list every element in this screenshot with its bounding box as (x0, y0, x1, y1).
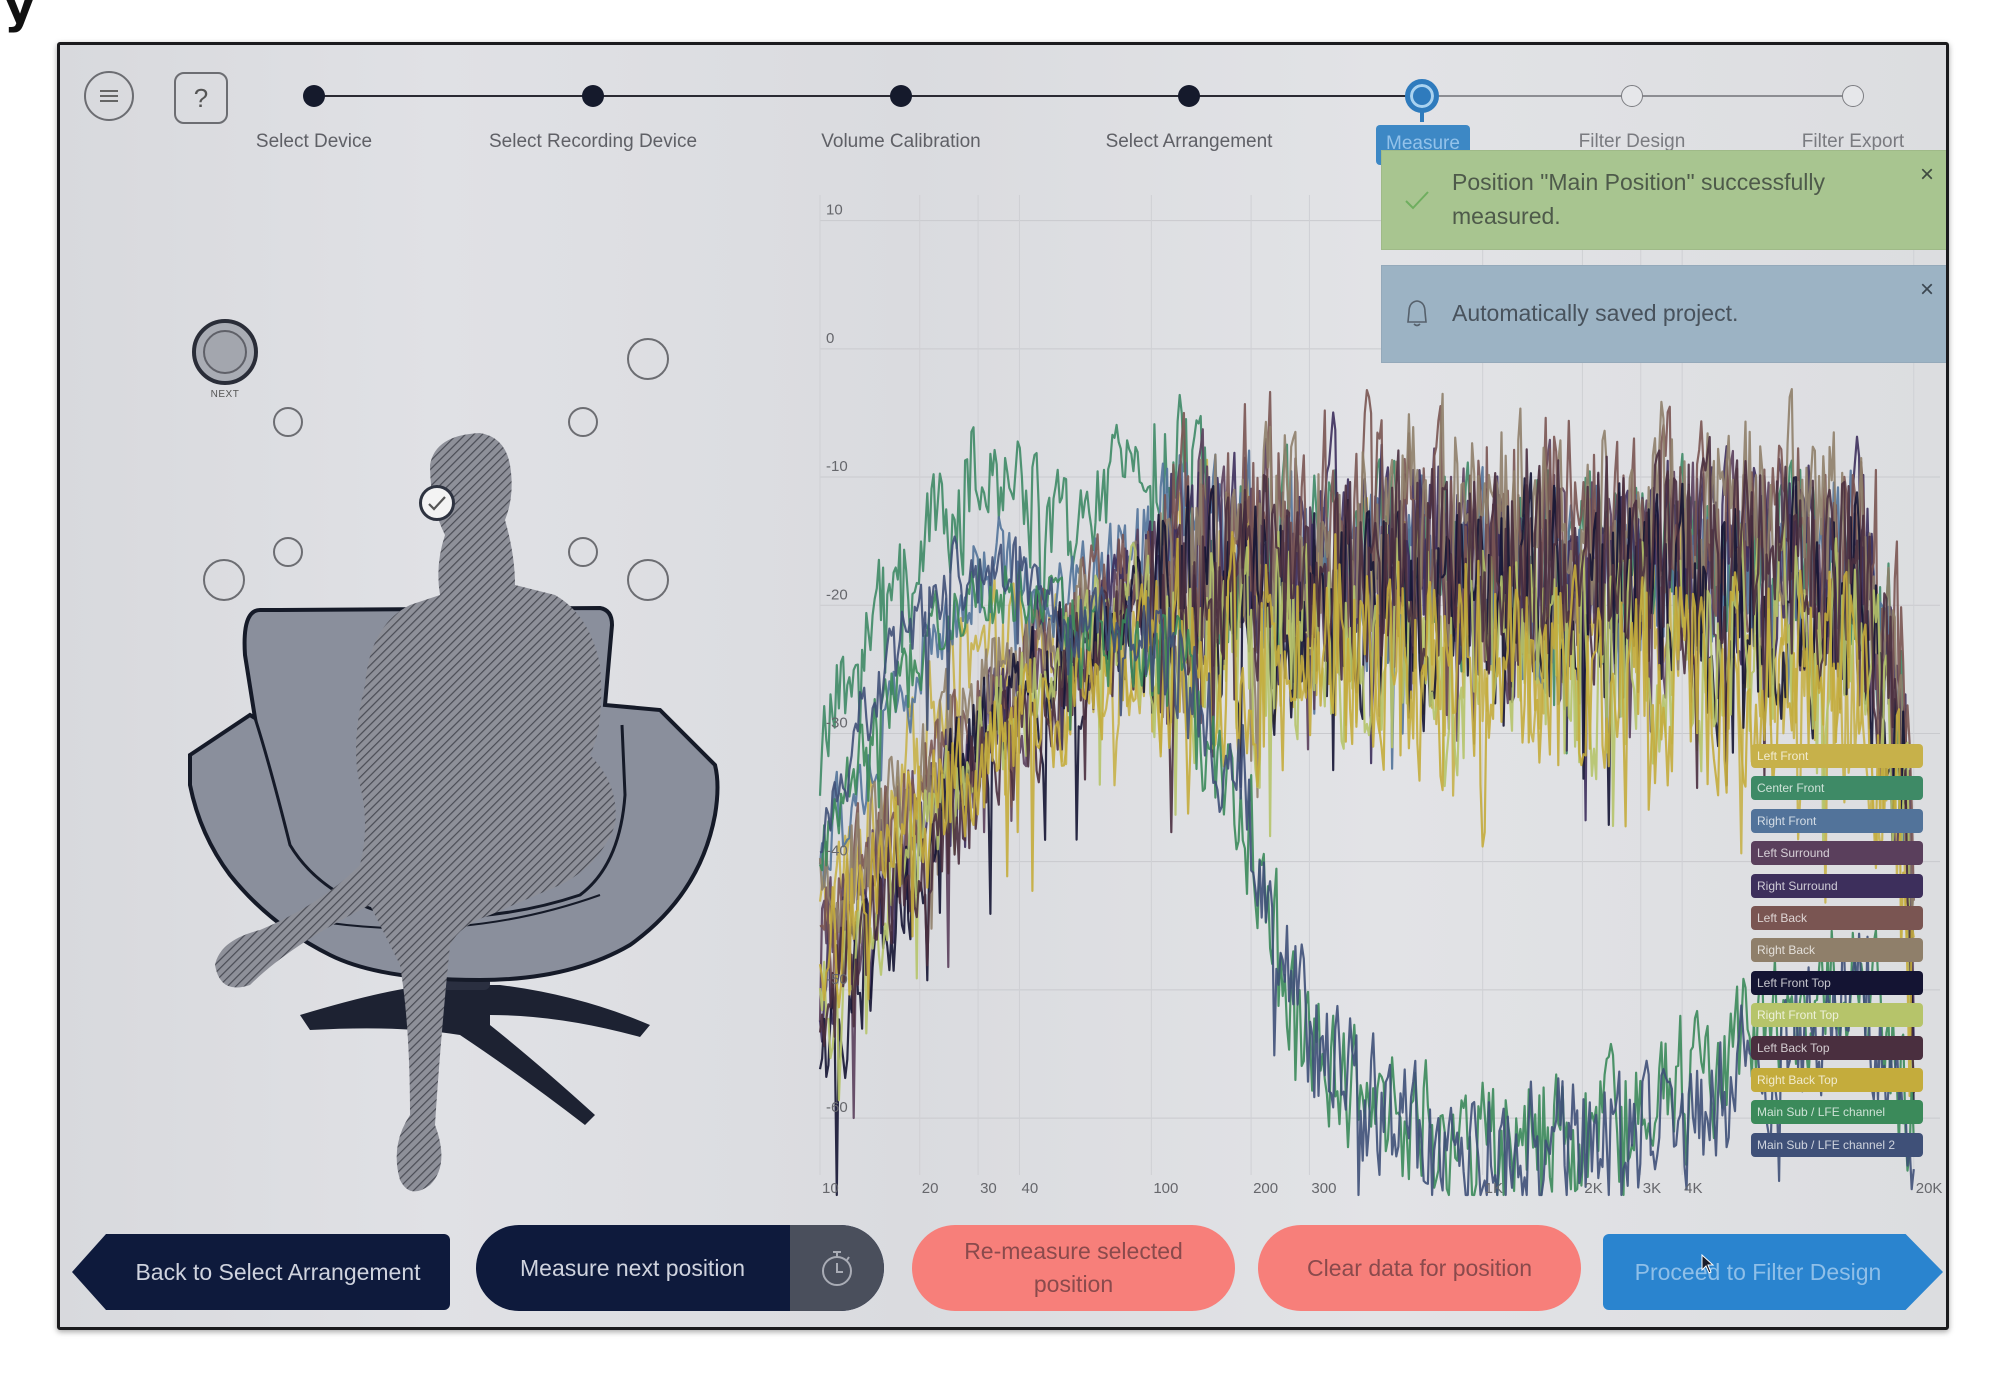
x-tick-label: 2K (1584, 1180, 1602, 1197)
re-measure-selected-position-button[interactable]: Re-measure selected position (912, 1225, 1235, 1311)
back-to-select-arrangement-button[interactable]: Back to Select Arrangement (72, 1234, 450, 1310)
x-tick-label: 30 (980, 1180, 997, 1197)
position-circle-main-position[interactable] (419, 485, 455, 521)
legend-item-right-back[interactable]: Right Back (1751, 938, 1923, 963)
legend-item-left-front-top[interactable]: Left Front Top (1751, 970, 1923, 995)
y-axis-labels: 10 0 -10 -20 -30 -40 -50 -60 (826, 202, 848, 1116)
position-circle-left-large-lower[interactable] (203, 559, 245, 601)
legend-item-right-back-top[interactable]: Right Back Top (1751, 1068, 1923, 1092)
y-tick-label: -20 (826, 586, 848, 603)
mouse-cursor-icon (1701, 1254, 1715, 1274)
y-tick-label: -30 (826, 714, 848, 731)
app-window: ? Select Device Select Recording Device … (57, 42, 1949, 1330)
legend-item-right-front[interactable]: Right Front (1751, 808, 1923, 833)
x-axis-labels: 10 20 30 40 100 200 300 1K 2K 3K 4K 20K (822, 1180, 1942, 1197)
position-circle-left-small-lower[interactable] (273, 537, 303, 567)
close-icon[interactable]: × (1920, 276, 1934, 304)
measure-next-position-button[interactable]: Measure next position (476, 1225, 884, 1311)
x-tick-label: 20K (1916, 1180, 1943, 1197)
step-node-filter-design[interactable] (1621, 85, 1643, 107)
y-tick-label: 10 (826, 202, 843, 219)
x-tick-label: 300 (1311, 1180, 1336, 1197)
step-label-select-device[interactable]: Select Device (256, 131, 372, 153)
stopwatch-icon (822, 1251, 852, 1286)
position-circle-right-small-lower[interactable] (568, 537, 598, 567)
chair-base (300, 970, 650, 1125)
step-node-volume-calibration[interactable] (890, 85, 912, 107)
x-tick-label: 10 (822, 1180, 839, 1197)
cropped-heading-glyph: y (4, 0, 36, 34)
legend-item-left-surround[interactable]: Left Surround (1751, 841, 1923, 866)
step-node-select-arrangement[interactable] (1178, 85, 1200, 107)
step-node-filter-export[interactable] (1842, 85, 1864, 107)
step-node-measure[interactable] (1405, 79, 1439, 122)
close-icon[interactable]: × (1920, 161, 1934, 189)
position-circle-next-inner (203, 330, 247, 374)
next-label: NEXT (210, 389, 240, 400)
toast-success: Position "Main Position" successfully me… (1381, 150, 1946, 250)
legend-item-main-sub-lfe-channel[interactable]: Main Sub / LFE channel (1751, 1100, 1923, 1125)
y-tick-label: 0 (826, 330, 834, 347)
legend-item-center-front[interactable]: Center Front (1751, 776, 1923, 801)
legend-item-left-back[interactable]: Left Back (1751, 906, 1923, 930)
menu-button[interactable] (84, 71, 134, 121)
step-node-select-device[interactable] (303, 85, 325, 107)
toast-success-message: Position "Main Position" successfully me… (1452, 169, 1825, 229)
position-circle-right-small-upper[interactable] (568, 407, 598, 437)
measure-timer-toggle[interactable] (790, 1225, 884, 1311)
toast-info: Automatically saved project. × (1381, 265, 1946, 363)
proceed-to-filter-design-button[interactable]: Proceed to Filter Design (1603, 1234, 1943, 1310)
toast-info-message: Automatically saved project. (1452, 300, 1739, 326)
measure-next-label: Measure next position (520, 1254, 746, 1281)
legend-item-right-surround[interactable]: Right Surround (1751, 873, 1923, 898)
help-button[interactable]: ? (174, 72, 228, 124)
x-tick-label: 3K (1643, 1180, 1661, 1197)
back-button-label: Back to Select Arrangement (135, 1258, 421, 1285)
hamburger-menu-icon (100, 90, 118, 102)
legend-item-left-back-top[interactable]: Left Back Top (1751, 1035, 1923, 1060)
clear-data-label: Clear data for position (1306, 1254, 1532, 1281)
y-tick-label: -60 (826, 1099, 848, 1116)
x-tick-label: 4K (1684, 1180, 1702, 1197)
x-tick-label: 100 (1153, 1180, 1178, 1197)
position-circle-right-front-large[interactable] (627, 338, 669, 380)
clear-data-for-position-button[interactable]: Clear data for position (1258, 1225, 1581, 1311)
step-label-volume-calibration[interactable]: Volume Calibration (821, 131, 980, 153)
x-tick-label: 40 (1021, 1180, 1038, 1197)
x-tick-label: 20 (922, 1180, 939, 1197)
chart-series-lines (818, 388, 1915, 1197)
check-icon (1405, 191, 1429, 210)
legend-item-right-front-top[interactable]: Right Front Top (1751, 1003, 1923, 1028)
position-circle-next[interactable] (192, 319, 258, 385)
y-tick-label: -50 (826, 971, 848, 988)
x-tick-label: 200 (1253, 1180, 1278, 1197)
position-circle-left-small-upper[interactable] (273, 407, 303, 437)
stepper-line-done (314, 95, 1422, 97)
proceed-label: Proceed to Filter Design (1634, 1258, 1882, 1285)
y-tick-label: -10 (826, 458, 848, 475)
x-tick-label: 1K (1485, 1180, 1503, 1197)
re-measure-label: Re-measure selected position (964, 1238, 1183, 1297)
check-icon (428, 496, 446, 511)
chair-and-listener-illustration (188, 433, 720, 1192)
step-label-select-recording-device[interactable]: Select Recording Device (489, 131, 697, 153)
position-circle-right-large-lower[interactable] (627, 559, 669, 601)
step-label-select-arrangement[interactable]: Select Arrangement (1106, 131, 1273, 153)
help-icon: ? (193, 82, 209, 113)
step-node-select-recording-device[interactable] (582, 85, 604, 107)
legend-item-main-sub-lfe-channel-2[interactable]: Main Sub / LFE channel 2 (1751, 1132, 1923, 1157)
y-tick-label: -40 (826, 843, 848, 860)
legend-item-left-front[interactable]: Left Front (1751, 744, 1923, 768)
bell-icon (1407, 300, 1427, 327)
